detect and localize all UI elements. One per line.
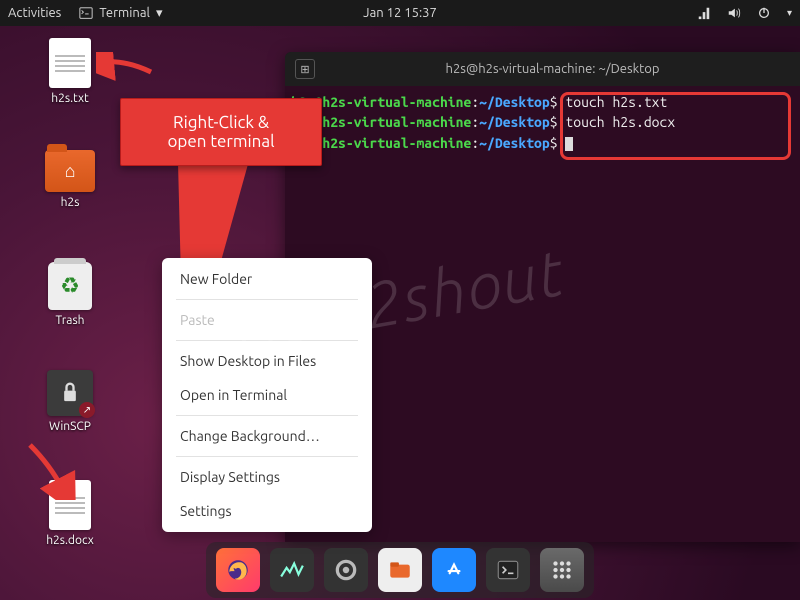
trash-icon: ♻ [48, 262, 92, 310]
recycle-icon: ♻ [60, 273, 80, 299]
menu-separator [176, 456, 358, 457]
terminal-titlebar[interactable]: ⊞ h2s@h2s-virtual-machine: ~/Desktop [285, 52, 800, 86]
chevron-down-icon: ▾ [156, 6, 163, 21]
terminal-app-icon [79, 6, 93, 20]
monitor-icon [279, 557, 305, 583]
terminal-title: h2s@h2s-virtual-machine: ~/Desktop [446, 62, 660, 76]
dock-terminal[interactable] [486, 548, 530, 592]
chevron-down-icon[interactable]: ▾ [787, 7, 792, 19]
firefox-icon [225, 557, 251, 583]
icon-label: Trash [55, 314, 84, 327]
menu-paste: Paste [162, 303, 372, 337]
new-tab-button[interactable]: ⊞ [295, 59, 315, 79]
app-menu-label: Terminal [99, 6, 150, 20]
network-icon[interactable] [697, 6, 711, 20]
files-icon [387, 557, 413, 583]
volume-icon[interactable] [727, 6, 741, 20]
menu-open-terminal[interactable]: Open in Terminal [162, 378, 372, 412]
dock-firefox[interactable] [216, 548, 260, 592]
clock[interactable]: Jan 12 15:37 [363, 6, 437, 20]
home-folder-icon: ⌂ [45, 150, 95, 192]
annotation-callout: Right-Click & open terminal [120, 98, 322, 166]
top-bar: Activities Terminal ▾ Jan 12 15:37 ▾ [0, 0, 800, 26]
winscp-icon: ↗ [47, 370, 93, 416]
menu-separator [176, 415, 358, 416]
desktop-icon-winscp[interactable]: ↗ WinSCP [28, 370, 112, 433]
menu-new-folder[interactable]: New Folder [162, 262, 372, 296]
icon-label: WinSCP [49, 420, 91, 433]
dock-settings[interactable] [324, 548, 368, 592]
menu-separator [176, 340, 358, 341]
power-icon[interactable] [757, 6, 771, 20]
dock-software[interactable] [432, 548, 476, 592]
menu-separator [176, 299, 358, 300]
activities-button[interactable]: Activities [8, 6, 61, 20]
dock-system-monitor[interactable] [270, 548, 314, 592]
annotation-arrow [20, 440, 80, 500]
apps-grid-icon [549, 557, 575, 583]
icon-label: h2s.txt [51, 92, 88, 105]
callout-line: open terminal [133, 132, 309, 151]
app-menu-terminal[interactable]: Terminal ▾ [79, 6, 162, 21]
dock [206, 542, 594, 598]
desktop-icon-home[interactable]: ⌂ h2s [28, 150, 112, 209]
shortcut-badge-icon: ↗ [79, 402, 95, 418]
appstore-icon [441, 557, 467, 583]
desktop-icon-trash[interactable]: ♻ Trash [28, 262, 112, 327]
icon-label: h2s.docx [46, 534, 94, 547]
menu-change-background[interactable]: Change Background… [162, 419, 372, 453]
menu-settings[interactable]: Settings [162, 494, 372, 528]
desktop-context-menu: New Folder Paste Show Desktop in Files O… [162, 258, 372, 532]
home-glyph-icon: ⌂ [65, 161, 76, 182]
callout-line: Right-Click & [133, 113, 309, 132]
terminal-icon [495, 557, 521, 583]
cursor-icon [565, 137, 573, 151]
annotation-arrow [96, 52, 156, 82]
menu-show-in-files[interactable]: Show Desktop in Files [162, 344, 372, 378]
dock-show-apps[interactable] [540, 548, 584, 592]
dock-files[interactable] [378, 548, 422, 592]
icon-label: h2s [61, 196, 80, 209]
menu-display-settings[interactable]: Display Settings [162, 460, 372, 494]
terminal-body[interactable]: h2s@h2s-virtual-machine:~/Desktop$ touch… [285, 86, 800, 159]
text-file-icon [49, 38, 91, 88]
gear-icon [333, 557, 359, 583]
